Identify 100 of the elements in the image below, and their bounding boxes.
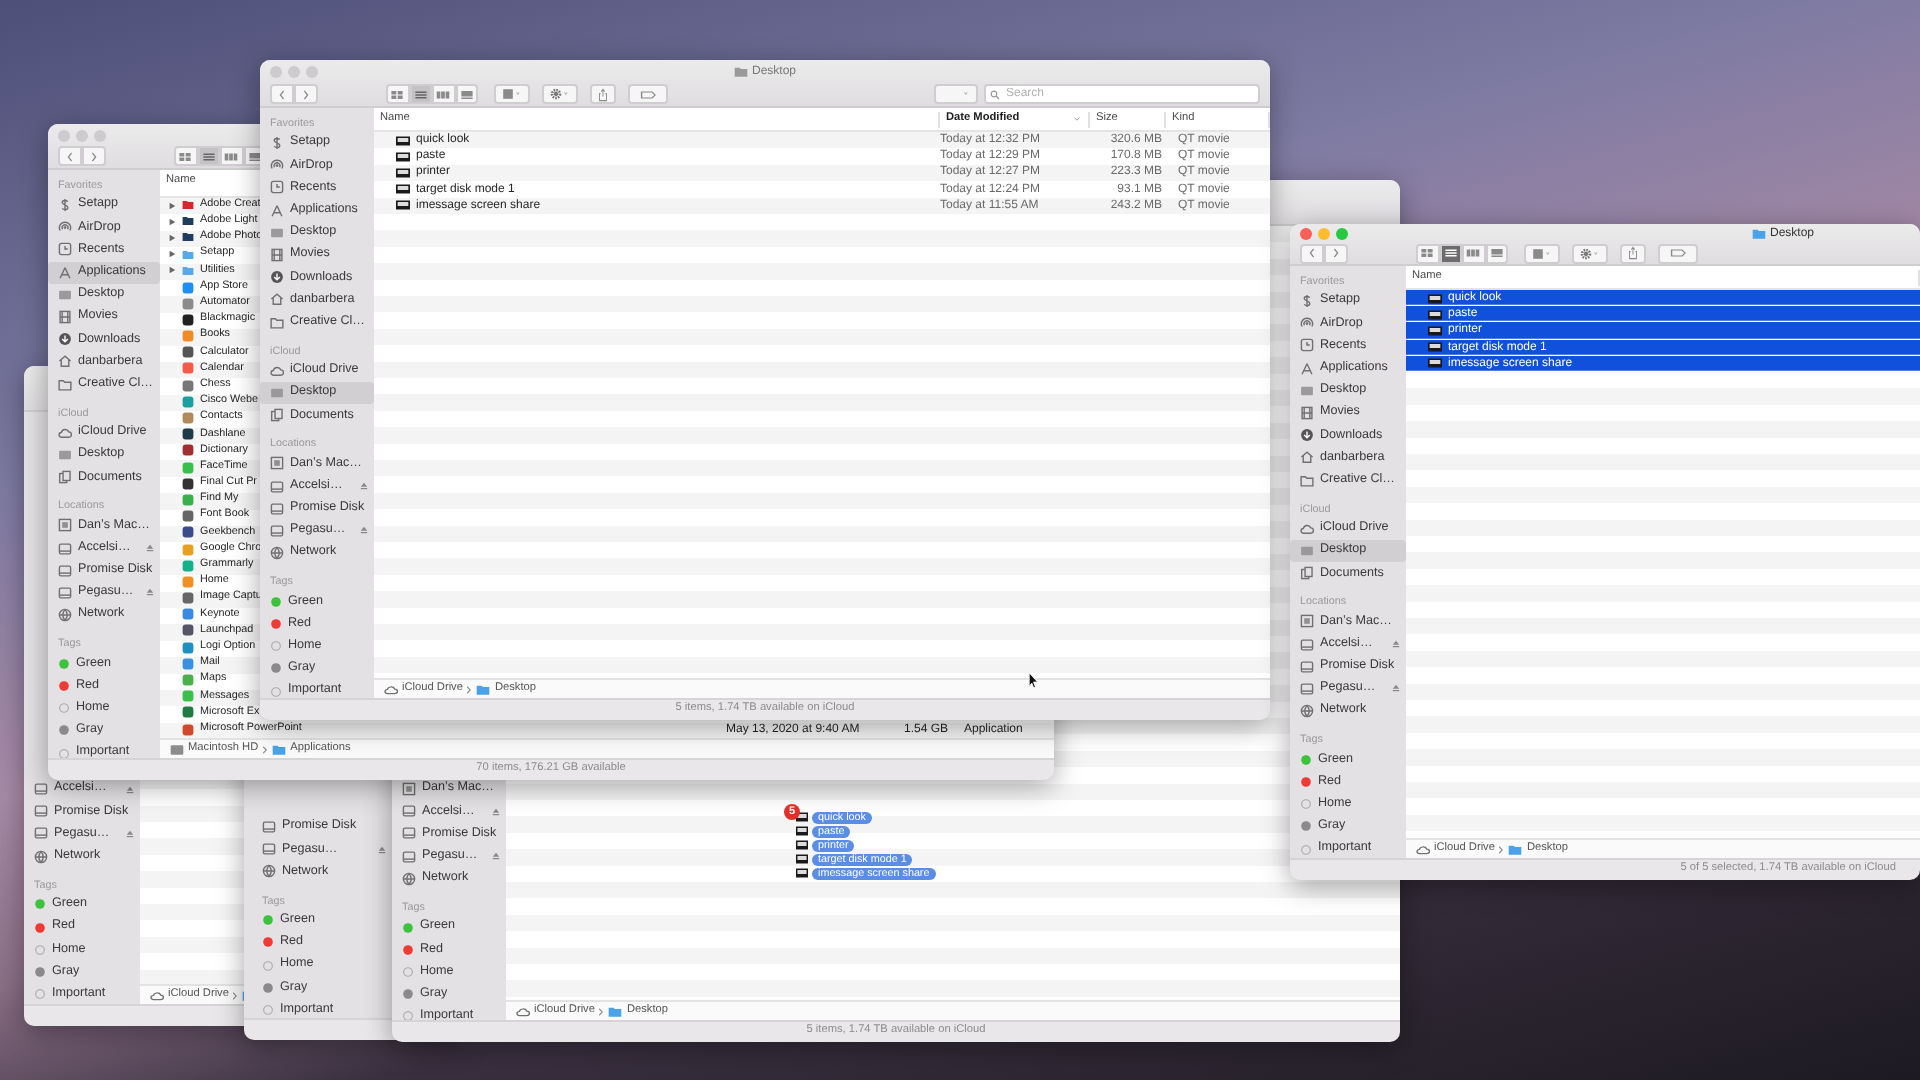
chevron-right-icon xyxy=(598,1007,605,1015)
action-button[interactable] xyxy=(542,84,578,104)
eject-icon[interactable] xyxy=(360,482,368,491)
apps-icon xyxy=(1300,361,1314,376)
share-button[interactable] xyxy=(1620,243,1646,264)
chevron-left-icon xyxy=(66,151,74,162)
dollar-sign-icon xyxy=(58,198,72,213)
clock-icon xyxy=(58,242,72,257)
eject-icon[interactable] xyxy=(492,807,500,816)
column-view-button[interactable] xyxy=(432,84,455,104)
forward-button[interactable] xyxy=(1324,243,1348,264)
cloud-icon xyxy=(270,363,284,378)
chevron-left-icon xyxy=(278,89,286,99)
drive-icon xyxy=(1300,637,1314,652)
close-button[interactable] xyxy=(1300,228,1312,241)
tag-dot-icon xyxy=(402,921,414,934)
signal-arcs-icon xyxy=(1300,316,1314,331)
gallery-icon xyxy=(247,151,262,162)
dropdown-button[interactable] xyxy=(934,84,978,104)
eject-icon[interactable] xyxy=(492,852,500,861)
drive-icon xyxy=(34,782,48,797)
columns-icon xyxy=(1466,248,1481,259)
drive-icon xyxy=(270,501,284,516)
tag-dot-icon xyxy=(1300,820,1312,833)
tag-dot-icon xyxy=(270,595,282,608)
gallery-view-button[interactable] xyxy=(455,84,478,104)
group-button[interactable] xyxy=(1524,243,1560,264)
folder-icon xyxy=(1751,228,1766,241)
drive-icon xyxy=(402,804,416,819)
tag-dot-icon xyxy=(402,988,414,1001)
forward-button[interactable] xyxy=(294,84,318,104)
dollar-sign-icon xyxy=(270,136,284,151)
globe-icon xyxy=(58,608,72,623)
tag-dot-icon xyxy=(34,898,46,911)
clock-icon xyxy=(270,180,284,195)
tag-dot-icon xyxy=(58,679,70,692)
folder-icon xyxy=(58,377,72,392)
home-icon xyxy=(270,292,284,307)
globe-icon xyxy=(270,546,284,561)
icon-view-button[interactable] xyxy=(386,84,409,104)
tag-dot-icon xyxy=(34,943,46,956)
share-button[interactable] xyxy=(590,84,616,104)
globe-icon xyxy=(402,871,416,886)
eject-icon[interactable] xyxy=(126,785,134,794)
chevron-right-icon xyxy=(466,685,473,693)
column-view-button[interactable] xyxy=(220,146,243,167)
eject-icon[interactable] xyxy=(378,845,386,854)
download-icon xyxy=(58,332,72,347)
forward-button[interactable] xyxy=(82,146,106,167)
eject-icon[interactable] xyxy=(146,544,154,553)
tag-dot-icon xyxy=(1300,775,1312,788)
back-button[interactable] xyxy=(270,84,294,104)
list-view-button[interactable] xyxy=(1439,243,1462,264)
eject-icon[interactable] xyxy=(1392,684,1400,693)
minimize-button[interactable] xyxy=(1318,228,1330,241)
icon-view-button[interactable] xyxy=(174,146,197,167)
tag-dot-icon xyxy=(58,657,70,670)
film-icon xyxy=(1300,406,1314,421)
tag-button[interactable] xyxy=(628,84,668,104)
group-button[interactable] xyxy=(494,84,530,104)
cloud-icon xyxy=(384,683,398,695)
tag-dot-icon xyxy=(262,1003,274,1016)
tag-dot-icon xyxy=(402,965,414,978)
cloud-icon xyxy=(1300,521,1314,536)
eject-icon[interactable] xyxy=(360,526,368,535)
columns-icon xyxy=(436,89,451,99)
tag-button[interactable] xyxy=(1658,243,1698,264)
tag-dot-icon xyxy=(270,685,282,698)
gallery-view-button[interactable] xyxy=(1485,243,1508,264)
folder-icon xyxy=(272,743,287,755)
desktop-icon xyxy=(58,447,72,462)
chevron-right-icon xyxy=(1498,845,1505,853)
documents-icon xyxy=(1300,566,1314,581)
back-button[interactable] xyxy=(58,146,82,167)
film-icon xyxy=(58,310,72,325)
globe-icon xyxy=(262,864,276,879)
folder-icon xyxy=(1508,843,1523,855)
cloud-icon xyxy=(516,1005,530,1017)
chevron-left-icon xyxy=(1308,248,1316,259)
caret-icon xyxy=(564,90,570,98)
action-button[interactable] xyxy=(1572,243,1608,264)
drive-icon xyxy=(170,743,184,755)
column-view-button[interactable] xyxy=(1462,243,1485,264)
eject-icon[interactable] xyxy=(126,829,134,838)
computer-icon xyxy=(58,518,72,533)
computer-icon xyxy=(270,456,284,471)
drive-icon xyxy=(402,849,416,864)
folder-icon xyxy=(270,315,284,330)
tag-dot-icon xyxy=(262,936,274,949)
download-icon xyxy=(1300,428,1314,443)
film-icon xyxy=(270,248,284,263)
list-view-button[interactable] xyxy=(197,146,220,167)
zoom-button[interactable] xyxy=(1336,228,1348,241)
icon-view-button[interactable] xyxy=(1416,243,1439,264)
list-view-button[interactable] xyxy=(409,84,432,104)
drive-icon xyxy=(1300,659,1314,674)
tag-dot-icon xyxy=(262,959,274,972)
eject-icon[interactable] xyxy=(146,588,154,597)
back-button[interactable] xyxy=(1300,243,1324,264)
eject-icon[interactable] xyxy=(1392,640,1400,649)
